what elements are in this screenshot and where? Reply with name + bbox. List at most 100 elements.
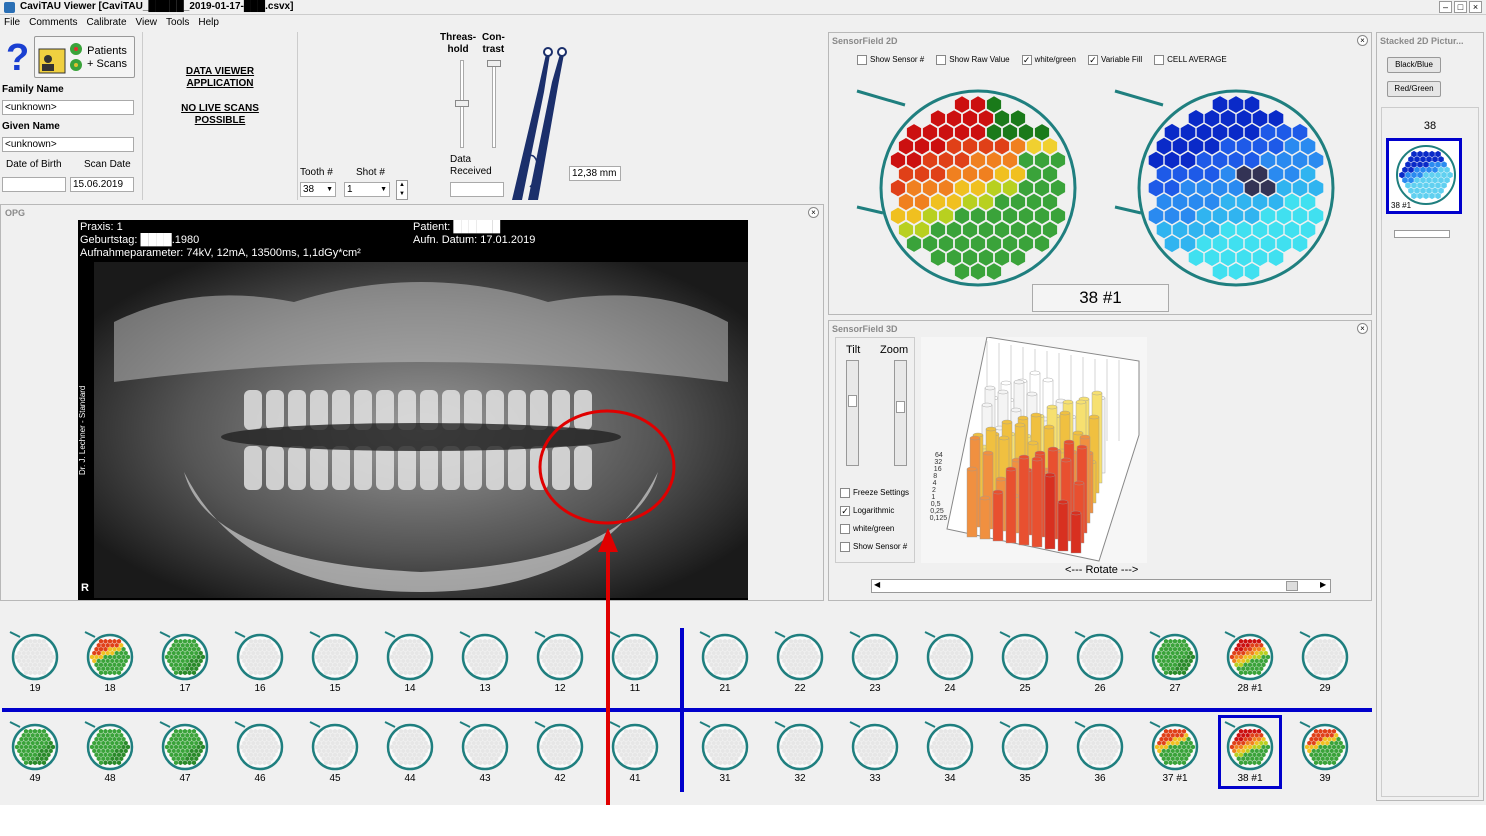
tooth-thumbnail[interactable]: 16 bbox=[233, 630, 287, 694]
option-label: Show Sensor # bbox=[870, 55, 925, 65]
tooth-thumbnail[interactable]: 34 bbox=[923, 720, 977, 784]
tooth-thumbnail[interactable]: 21 bbox=[698, 630, 752, 694]
close-icon[interactable]: × bbox=[1357, 35, 1368, 46]
sensor-cell bbox=[1204, 193, 1220, 211]
tooth-sensor-icon bbox=[1149, 721, 1199, 771]
checkbox-show-raw-value[interactable] bbox=[936, 55, 947, 65]
tooth-thumbnail[interactable]: 36 bbox=[1073, 720, 1127, 784]
tooth-select[interactable]: 38 ▼ bbox=[300, 182, 336, 197]
scroll-right-icon[interactable]: ▶ bbox=[1320, 580, 1326, 589]
stacked-thumbnail[interactable]: 38 #1 bbox=[1386, 138, 1462, 214]
checkbox-variable-fill[interactable]: ✓ bbox=[1087, 55, 1098, 65]
maximize-button[interactable]: □ bbox=[1454, 1, 1467, 13]
sensor-cell bbox=[1018, 235, 1034, 252]
tooth-thumbnail[interactable]: 38 #1 bbox=[1218, 715, 1282, 789]
checkbox-freeze[interactable] bbox=[840, 487, 850, 498]
rotate-scrollbar[interactable]: ◀ ▶ bbox=[871, 579, 1331, 593]
sensorfield-2d-title: SensorField 2D bbox=[832, 36, 898, 46]
tooth-thumbnail[interactable]: 49 bbox=[8, 720, 62, 784]
notice-text: DATA VIEWER APPLICATION NO LIVE SCANS PO… bbox=[143, 66, 297, 127]
tooth-thumbnail[interactable]: 31 bbox=[698, 720, 752, 784]
tooth-thumbnail[interactable]: 43 bbox=[458, 720, 512, 784]
tooth-thumbnail[interactable]: 23 bbox=[848, 630, 902, 694]
sensor-cell bbox=[1268, 249, 1284, 266]
checkbox-white-green[interactable]: ✓ bbox=[1021, 55, 1032, 65]
sensor-cell bbox=[1180, 235, 1196, 253]
tooth-thumbnail[interactable]: 33 bbox=[848, 720, 902, 784]
tooth-thumbnail[interactable]: 18 bbox=[83, 630, 137, 694]
family-name-field[interactable]: <unknown> bbox=[2, 100, 134, 115]
help-icon[interactable]: ? bbox=[4, 36, 30, 74]
rotate-scroll-handle[interactable] bbox=[1286, 581, 1298, 591]
menu-file[interactable]: File bbox=[4, 15, 20, 30]
minimize-button[interactable]: – bbox=[1439, 1, 1452, 13]
tilt-slider-handle[interactable] bbox=[848, 395, 857, 407]
tooth-thumbnail[interactable]: 13 bbox=[458, 630, 512, 694]
close-icon[interactable]: × bbox=[1357, 323, 1368, 334]
scan-date-field[interactable]: 15.06.2019 bbox=[70, 177, 134, 192]
close-icon[interactable]: × bbox=[808, 207, 819, 218]
zoom-slider-handle[interactable] bbox=[896, 401, 905, 413]
checkbox-logarithmic[interactable]: ✓ bbox=[840, 505, 850, 516]
option-show-raw-value[interactable]: Show Raw Value bbox=[936, 55, 1010, 65]
tooth-thumbnail[interactable]: 44 bbox=[383, 720, 437, 784]
3d-bar-cap bbox=[982, 450, 994, 456]
contrast-slider[interactable] bbox=[492, 60, 496, 148]
black-blue-button[interactable]: Black/Blue bbox=[1387, 57, 1441, 73]
zoom-slider[interactable] bbox=[894, 360, 907, 466]
tooth-thumbnail[interactable]: 15 bbox=[308, 630, 362, 694]
menu-help[interactable]: Help bbox=[198, 15, 219, 30]
stacked-cell bbox=[1429, 150, 1435, 158]
tilt-slider[interactable] bbox=[846, 360, 859, 466]
tooth-thumbnail[interactable]: 26 bbox=[1073, 630, 1127, 694]
menu-view[interactable]: View bbox=[136, 15, 158, 30]
menu-calibrate[interactable]: Calibrate bbox=[86, 15, 126, 30]
option-white-green[interactable]: white/green bbox=[840, 520, 909, 538]
tooth-thumbnail[interactable]: 22 bbox=[773, 630, 827, 694]
shot-spinner[interactable]: ▲ ▼ bbox=[396, 180, 408, 200]
contrast-slider-handle[interactable] bbox=[487, 60, 501, 67]
option-white-green[interactable]: ✓ white/green bbox=[1021, 55, 1076, 65]
patients-scans-button[interactable]: Patients + Scans bbox=[34, 36, 135, 78]
tooth-thumbnail[interactable]: 28 #1 bbox=[1223, 630, 1277, 694]
tooth-thumbnail[interactable]: 17 bbox=[158, 630, 212, 694]
checkbox-cell-average[interactable] bbox=[1154, 55, 1165, 65]
tooth-thumbnail[interactable]: 19 bbox=[8, 630, 62, 694]
menu-tools[interactable]: Tools bbox=[166, 15, 189, 30]
menu-comments[interactable]: Comments bbox=[29, 15, 77, 30]
checkbox-show-sensor[interactable] bbox=[857, 55, 867, 65]
dob-field[interactable] bbox=[2, 177, 66, 192]
stacked-cell bbox=[1444, 177, 1450, 184]
sensor-cell bbox=[906, 207, 922, 224]
option-show-sensor[interactable]: Show Sensor # bbox=[840, 538, 909, 556]
option-freeze-settings[interactable]: Freeze Settings bbox=[840, 484, 909, 502]
tooth-thumbnail[interactable]: 25 bbox=[998, 630, 1052, 694]
option-logarithmic[interactable]: ✓ Logarithmic bbox=[840, 502, 909, 520]
checkbox-white-green-3d[interactable] bbox=[840, 523, 850, 534]
tooth-thumbnail[interactable]: 32 bbox=[773, 720, 827, 784]
tooth-thumbnail[interactable]: 45 bbox=[308, 720, 362, 784]
tooth-sensor-icon bbox=[699, 721, 749, 771]
tooth-thumbnail[interactable]: 29 bbox=[1298, 630, 1352, 694]
option-cell-average[interactable]: CELL AVERAGE bbox=[1154, 55, 1227, 65]
checkbox-show-sensor-3d[interactable] bbox=[840, 541, 850, 552]
tooth-thumbnail[interactable]: 14 bbox=[383, 630, 437, 694]
red-green-button[interactable]: Red/Green bbox=[1387, 81, 1441, 97]
option-show-sensor[interactable]: Show Sensor # bbox=[857, 55, 924, 65]
tooth-thumbnail[interactable]: 39 bbox=[1298, 720, 1352, 784]
tooth-thumbnail[interactable]: 46 bbox=[233, 720, 287, 784]
shot-select[interactable]: 1 ▼ bbox=[344, 182, 390, 197]
scroll-left-icon[interactable]: ◀ bbox=[874, 580, 880, 589]
given-name-field[interactable]: <unknown> bbox=[2, 137, 134, 152]
threshold-slider-handle[interactable] bbox=[455, 100, 469, 107]
tooth-thumbnail[interactable]: 27 bbox=[1148, 630, 1202, 694]
tooth-thumbnail[interactable]: 24 bbox=[923, 630, 977, 694]
tooth-thumbnail[interactable]: 47 bbox=[158, 720, 212, 784]
tooth-thumbnail[interactable]: 48 bbox=[83, 720, 137, 784]
close-button[interactable]: × bbox=[1469, 1, 1482, 13]
tilt-label: Tilt bbox=[846, 344, 861, 356]
tooth-thumbnail[interactable]: 35 bbox=[998, 720, 1052, 784]
option-variable-fill[interactable]: ✓ Variable Fill bbox=[1087, 55, 1142, 65]
stacked-scrollbar[interactable] bbox=[1394, 230, 1450, 238]
tooth-thumbnail[interactable]: 37 #1 bbox=[1148, 720, 1202, 784]
